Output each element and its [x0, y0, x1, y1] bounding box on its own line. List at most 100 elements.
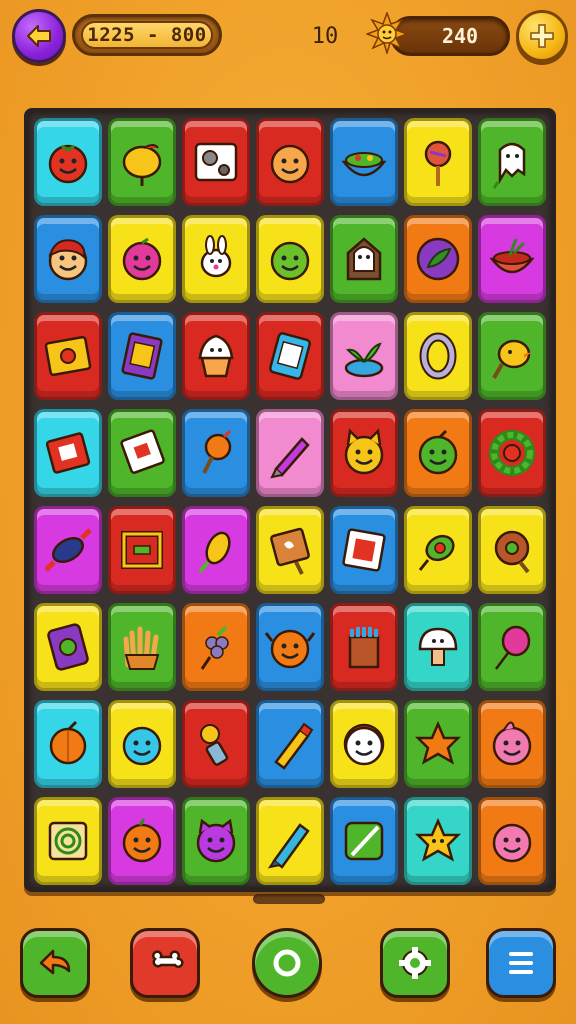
tile[interactable]	[34, 797, 102, 885]
sun-icon	[366, 12, 408, 54]
tile[interactable]	[108, 215, 176, 303]
tile[interactable]	[108, 700, 176, 788]
tile[interactable]	[404, 215, 472, 303]
tile[interactable]	[182, 312, 250, 400]
berry-face-icon	[122, 237, 162, 281]
tile[interactable]	[108, 603, 176, 691]
spiral-card-icon	[48, 821, 88, 861]
tile[interactable]	[34, 409, 102, 497]
tile[interactable]	[404, 506, 472, 594]
tile[interactable]	[256, 506, 324, 594]
tile[interactable]	[256, 409, 324, 497]
tile[interactable]	[108, 797, 176, 885]
tile[interactable]	[34, 506, 102, 594]
card-icon	[120, 429, 165, 474]
tile[interactable]	[404, 118, 472, 206]
tile[interactable]	[404, 797, 472, 885]
bone-button[interactable]	[130, 928, 200, 998]
tile[interactable]	[182, 797, 250, 885]
frame-icon	[121, 531, 163, 569]
tile[interactable]	[478, 506, 546, 594]
tile[interactable]	[330, 118, 398, 206]
tile[interactable]	[34, 118, 102, 206]
pink-face-icon	[492, 823, 532, 863]
tile[interactable]	[108, 506, 176, 594]
tile[interactable]	[478, 797, 546, 885]
tile[interactable]	[478, 215, 546, 303]
tile[interactable]	[330, 506, 398, 594]
tile[interactable]	[182, 506, 250, 594]
tile[interactable]	[404, 700, 472, 788]
coin-count: 240	[441, 24, 479, 48]
tile[interactable]	[256, 603, 324, 691]
blue-face-icon	[122, 726, 162, 766]
tile[interactable]	[330, 312, 398, 400]
drop-face-icon	[492, 721, 532, 766]
tile[interactable]	[404, 603, 472, 691]
olive-icon	[418, 534, 455, 571]
scroll-icon	[270, 527, 310, 575]
grapes-icon	[200, 625, 229, 670]
tile[interactable]	[330, 797, 398, 885]
undo-button[interactable]	[20, 928, 90, 998]
tile[interactable]	[182, 118, 250, 206]
cupcake-icon	[198, 334, 234, 378]
tile[interactable]	[182, 603, 250, 691]
red-card-icon	[45, 432, 91, 474]
refresh-button[interactable]	[252, 928, 322, 998]
sprout-pot-icon	[344, 342, 384, 378]
tile[interactable]	[108, 312, 176, 400]
tile[interactable]	[256, 215, 324, 303]
balloon-icon	[495, 625, 531, 670]
tile[interactable]	[256, 797, 324, 885]
star-face-icon	[414, 817, 462, 862]
tile[interactable]	[256, 700, 324, 788]
bunny-icon	[200, 235, 232, 278]
undo-arrow-icon	[39, 949, 71, 975]
menu-button[interactable]	[486, 928, 556, 998]
tile[interactable]	[330, 215, 398, 303]
lemon-icon	[122, 144, 162, 186]
tile[interactable]	[34, 700, 102, 788]
gears-card-icon	[194, 142, 238, 182]
top-bar: 1225 - 800 10 240	[0, 0, 576, 80]
orange-fruit-icon	[49, 720, 87, 765]
tile[interactable]	[404, 312, 472, 400]
crayons-icon	[348, 627, 380, 669]
badge-face-icon	[343, 723, 385, 766]
tile[interactable]	[256, 312, 324, 400]
tile[interactable]	[182, 700, 250, 788]
donut-icon	[494, 530, 530, 574]
back-button[interactable]	[12, 9, 66, 63]
tile[interactable]	[330, 700, 398, 788]
tile[interactable]	[34, 215, 102, 303]
tile[interactable]	[34, 603, 102, 691]
tile[interactable]	[182, 409, 250, 497]
tile[interactable]	[108, 118, 176, 206]
tile[interactable]	[404, 409, 472, 497]
tile[interactable]	[182, 215, 250, 303]
box-icon	[44, 335, 92, 377]
chick-icon	[492, 339, 532, 379]
tile[interactable]	[478, 603, 546, 691]
pencil-icon	[274, 722, 314, 770]
tile[interactable]	[478, 118, 546, 206]
tile[interactable]	[330, 409, 398, 497]
tile[interactable]	[256, 118, 324, 206]
add-coins-button[interactable]	[516, 10, 568, 62]
tile[interactable]	[34, 312, 102, 400]
tile[interactable]	[478, 409, 546, 497]
tile[interactable]	[108, 409, 176, 497]
ghost-house-icon	[346, 237, 382, 281]
photo-card-icon	[342, 528, 386, 572]
corn-icon	[198, 531, 231, 574]
apple-face-icon	[418, 429, 458, 475]
tile[interactable]	[478, 700, 546, 788]
score-range: 1225 - 800	[81, 21, 213, 49]
lollipop-icon	[424, 140, 452, 186]
refresh-icon	[273, 949, 301, 977]
settings-button[interactable]	[380, 928, 450, 998]
phone-icon	[47, 623, 89, 671]
tile[interactable]	[478, 312, 546, 400]
tile[interactable]	[330, 603, 398, 691]
